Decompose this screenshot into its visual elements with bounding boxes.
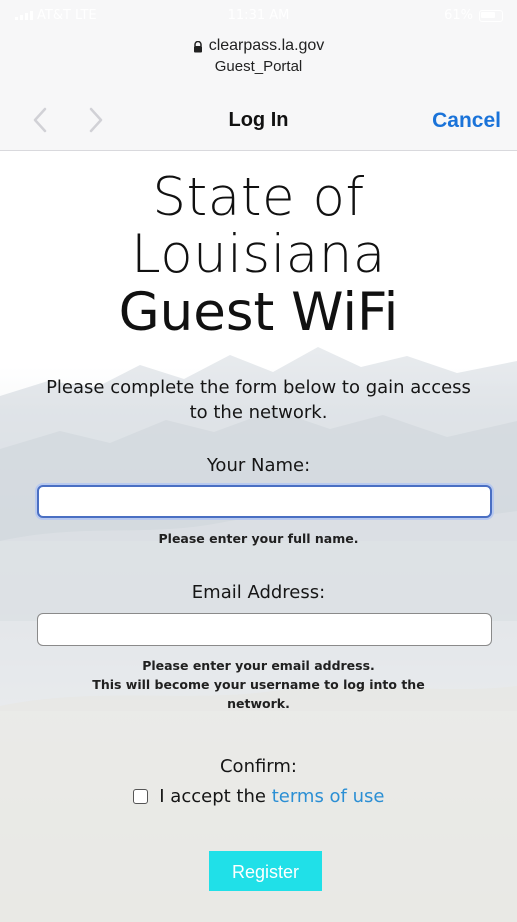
name-input[interactable]	[37, 485, 492, 518]
title-line-state: State of	[152, 167, 365, 228]
terms-checkbox[interactable]	[132, 789, 148, 804]
name-help: Please enter your full name.	[158, 531, 359, 546]
title-line-louisiana: Louisiana	[131, 224, 386, 285]
status-bar: AT&T LTE 11:31 AM 61%	[0, 0, 517, 32]
email-help-line-1: Please enter your email address.	[142, 658, 375, 673]
terms-of-use-link[interactable]: terms of use	[272, 786, 385, 807]
register-button[interactable]: Register	[209, 851, 322, 891]
battery-status: 61%	[444, 8, 503, 23]
battery-percent: 61%	[444, 8, 473, 23]
phone-screen: AT&T LTE 11:31 AM 61% clearpass.la.gov G…	[0, 0, 517, 922]
battery-icon	[479, 9, 503, 22]
intro-text: Please complete the form below to gain a…	[0, 375, 517, 425]
intro-line-2: to the network.	[189, 402, 328, 423]
email-help: Please enter your email address. This wi…	[0, 656, 517, 713]
browser-chrome: AT&T LTE 11:31 AM 61% clearpass.la.gov G…	[0, 0, 517, 151]
accept-prefix: I accept the	[159, 786, 266, 807]
domain-text: clearpass.la.gov	[208, 37, 325, 54]
domain-line[interactable]: clearpass.la.gov	[0, 36, 517, 55]
title-line-wifi: Guest WiFi	[118, 282, 399, 343]
browser-navbar: Log In Cancel	[0, 99, 517, 145]
email-input[interactable]	[37, 613, 492, 646]
intro-line-1: Please complete the form below to gain a…	[46, 377, 471, 398]
status-time: 11:31 AM	[227, 8, 290, 23]
cancel-button[interactable]: Cancel	[432, 109, 501, 133]
email-help-line-2: This will become your username to log in…	[92, 677, 425, 692]
confirm-label: Confirm:	[219, 756, 297, 777]
portal-title: State of Louisiana Guest WiFi	[0, 169, 517, 343]
terms-row: I accept the terms of use	[0, 786, 517, 807]
email-label: Email Address:	[191, 582, 326, 603]
guest-portal-form: State of Louisiana Guest WiFi Please com…	[0, 151, 517, 922]
address-area[interactable]: clearpass.la.gov Guest_Portal	[0, 36, 517, 77]
name-label: Your Name:	[206, 455, 311, 476]
lock-icon	[193, 40, 202, 52]
page-name: Guest_Portal	[214, 58, 303, 75]
email-help-line-3: network.	[227, 696, 290, 711]
